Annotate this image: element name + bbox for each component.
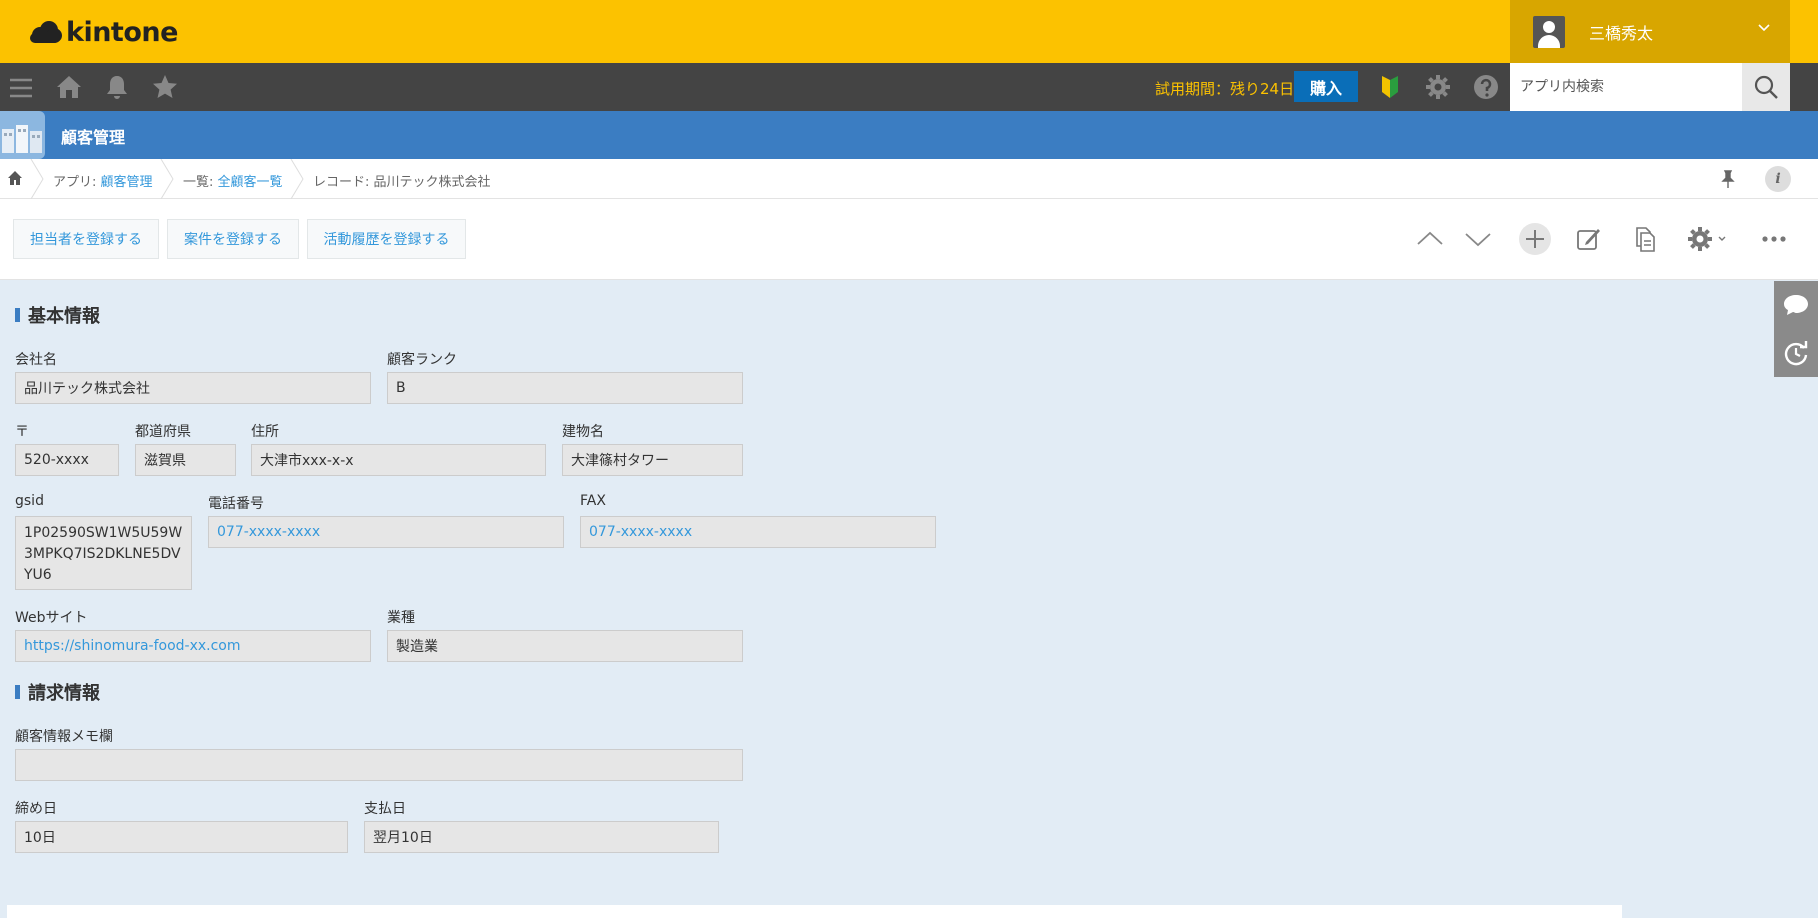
breadcrumb-list[interactable]: 一覧: 全顧客一覧: [183, 171, 283, 190]
zip-field: 520-xxxx: [15, 444, 119, 476]
prefecture-label: 都道府県: [135, 424, 191, 440]
user-name: 三橋秀太: [1589, 23, 1654, 43]
breadcrumb-list-link[interactable]: 全顧客一覧: [218, 175, 283, 190]
company-field: 品川テック株式会社: [15, 372, 371, 404]
register-activity-button[interactable]: 活動履歴を登録する: [307, 219, 466, 259]
breadcrumb-app[interactable]: アプリ: 顧客管理: [53, 171, 153, 190]
gsid-field: 1P02590SW1W5U59W3MPKQ7IS2DKLNE5DVYU6: [15, 516, 192, 590]
comment-icon: [1784, 295, 1808, 315]
register-deal-button[interactable]: 案件を登録する: [167, 219, 299, 259]
gear-icon[interactable]: [1425, 74, 1451, 100]
home-icon[interactable]: [56, 74, 82, 100]
search-button[interactable]: [1742, 63, 1790, 111]
rank-label: 顧客ランク: [387, 352, 457, 368]
fax-field[interactable]: 077-xxxx-xxxx: [580, 516, 936, 548]
cloud-logo-icon: [30, 19, 62, 45]
pin-icon[interactable]: [1718, 169, 1738, 189]
menu-icon[interactable]: [8, 75, 34, 101]
building-field: 大津篠村タワー: [562, 444, 743, 476]
fax-label: FAX: [580, 493, 606, 509]
home-icon[interactable]: [7, 170, 23, 186]
breadcrumb-separator: [30, 159, 44, 199]
zip-label: 〒: [15, 424, 29, 440]
duplicate-icon[interactable]: [1629, 223, 1661, 255]
payment-day-field: 翌月10日: [364, 821, 719, 853]
add-record-icon[interactable]: [1519, 223, 1551, 255]
logo-text: kintone: [66, 16, 178, 48]
phone-field[interactable]: 077-xxxx-xxxx: [208, 516, 564, 548]
chevron-down-icon: [1758, 24, 1770, 32]
section-billing-info: 請求情報: [15, 679, 100, 705]
user-avatar-icon: [1533, 15, 1565, 48]
app-building-icon[interactable]: [0, 111, 45, 159]
breadcrumb-record: レコード: 品川テック株式会社: [313, 175, 491, 190]
memo-label: 顧客情報メモ欄: [15, 729, 113, 745]
settings-menu-icon[interactable]: [1684, 223, 1732, 255]
trial-period-text: 試用期間：残り24日: [1155, 80, 1295, 98]
website-field[interactable]: https://shinomura-food-xx.com: [15, 630, 371, 662]
address-field: 大津市xxx-x-x: [251, 444, 546, 476]
more-options-icon[interactable]: [1758, 223, 1790, 255]
edit-icon[interactable]: [1573, 223, 1605, 255]
beginner-mark-icon[interactable]: [1377, 74, 1403, 100]
breadcrumb-app-link[interactable]: 顧客管理: [101, 175, 153, 190]
kintone-logo[interactable]: kintone: [30, 14, 178, 50]
gsid-label: gsid: [15, 493, 44, 509]
register-person-button[interactable]: 担当者を登録する: [13, 219, 159, 259]
app-title[interactable]: 顧客管理: [61, 124, 125, 148]
next-record-icon[interactable]: [1462, 223, 1494, 255]
closing-day-field: 10日: [15, 821, 348, 853]
address-label: 住所: [251, 424, 279, 440]
app-search-input[interactable]: [1510, 63, 1742, 111]
phone-label: 電話番号: [208, 496, 264, 512]
breadcrumb-separator: [160, 159, 174, 199]
previous-record-icon[interactable]: [1414, 223, 1446, 255]
building-label: 建物名: [562, 424, 604, 440]
company-label: 会社名: [15, 352, 57, 368]
search-icon: [1754, 75, 1778, 99]
history-tab[interactable]: [1774, 329, 1818, 377]
buy-button[interactable]: 購入: [1294, 71, 1358, 102]
breadcrumb: アプリ: 顧客管理 一覧: 全顧客一覧 レコード: 品川テック株式会社: [0, 159, 1818, 199]
breadcrumb-separator: [290, 159, 304, 199]
section-basic-info: 基本情報: [15, 302, 100, 328]
bell-icon[interactable]: [104, 74, 130, 100]
history-icon: [1784, 341, 1808, 366]
help-icon[interactable]: [1473, 74, 1499, 100]
comments-tab[interactable]: [1774, 281, 1818, 329]
app-title-bar: [0, 111, 1818, 159]
info-icon[interactable]: i: [1765, 166, 1791, 192]
prefecture-field: 滋賀県: [135, 444, 236, 476]
comment-panel: [7, 905, 1622, 918]
star-icon[interactable]: [152, 74, 178, 100]
payment-day-label: 支払日: [364, 801, 406, 817]
industry-label: 業種: [387, 610, 415, 626]
memo-field: [15, 749, 743, 781]
user-menu[interactable]: 三橋秀太: [1510, 0, 1790, 63]
industry-field: 製造業: [387, 630, 743, 662]
rank-field: B: [387, 372, 743, 404]
website-label: Webサイト: [15, 610, 88, 626]
closing-day-label: 締め日: [15, 801, 57, 817]
